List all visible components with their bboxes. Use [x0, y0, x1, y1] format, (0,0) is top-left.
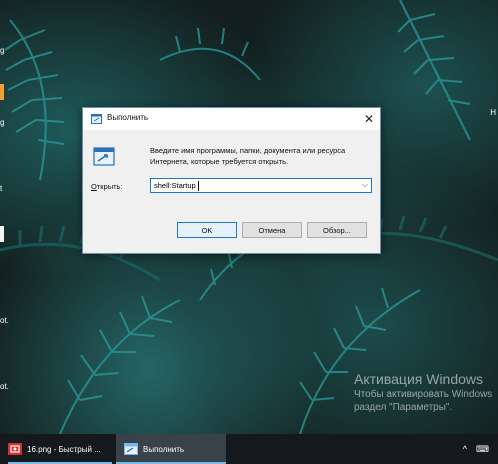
- taskbar-item-run[interactable]: Выполнить: [116, 434, 226, 464]
- desktop-icon-label-fragment: H: [490, 108, 496, 117]
- taskbar: 16.png - Быстрый ... Выполнить ^ ⌨: [0, 434, 498, 464]
- open-label: Открыть:: [91, 182, 123, 191]
- dialog-title: Выполнить: [107, 113, 149, 122]
- desktop-icon-label-fragment: g: [0, 46, 5, 55]
- dialog-button-row: OK Отмена Обзор...: [83, 215, 380, 253]
- keyboard-icon[interactable]: ⌨: [476, 444, 489, 455]
- system-tray: ^ ⌨: [463, 434, 498, 464]
- camera-icon: [8, 443, 22, 455]
- activation-line: раздел "Параметры".: [354, 402, 453, 413]
- desktop-icon-fragment[interactable]: [0, 84, 4, 100]
- close-button[interactable]: ✕: [358, 108, 380, 130]
- run-icon: [91, 114, 102, 124]
- desktop-icon-fragment[interactable]: [0, 226, 4, 242]
- taskbar-item-screenshot[interactable]: 16.png - Быстрый ...: [8, 434, 112, 464]
- chevron-up-icon[interactable]: ^: [463, 444, 467, 454]
- chevron-down-icon[interactable]: ⌵: [362, 180, 368, 190]
- close-icon: ✕: [363, 112, 375, 126]
- run-icon: [124, 443, 138, 455]
- cancel-button[interactable]: Отмена: [242, 222, 302, 238]
- browse-button[interactable]: Обзор...: [307, 222, 367, 238]
- dialog-titlebar[interactable]: Выполнить ✕: [83, 108, 380, 130]
- taskbar-item-label: Выполнить: [143, 444, 185, 454]
- open-input[interactable]: shell:Startup: [154, 181, 196, 190]
- text-caret: [198, 181, 199, 191]
- desktop-icon-label-fragment: ot.: [0, 382, 9, 391]
- dialog-description: Введите имя программы, папки, документа …: [150, 146, 346, 166]
- activation-title: Активация Windows: [354, 371, 484, 387]
- desktop-icon-label-fragment: ot.: [0, 316, 9, 325]
- ok-button[interactable]: OK: [177, 222, 237, 238]
- run-program-icon: [93, 147, 115, 166]
- activation-watermark: Активация Windows Чтобы активировать Win…: [354, 370, 492, 414]
- desktop-icon-label-fragment: t: [0, 184, 3, 193]
- open-combobox[interactable]: shell:Startup ⌵: [150, 178, 372, 193]
- activation-line: Чтобы активировать Windows: [354, 389, 493, 400]
- taskbar-item-label: 16.png - Быстрый ...: [27, 444, 101, 454]
- open-label-text: ткрыть:: [96, 182, 123, 191]
- run-dialog: Выполнить ✕ Введите имя программы, папки…: [82, 107, 381, 254]
- desktop-icon-label-fragment: g: [0, 118, 5, 127]
